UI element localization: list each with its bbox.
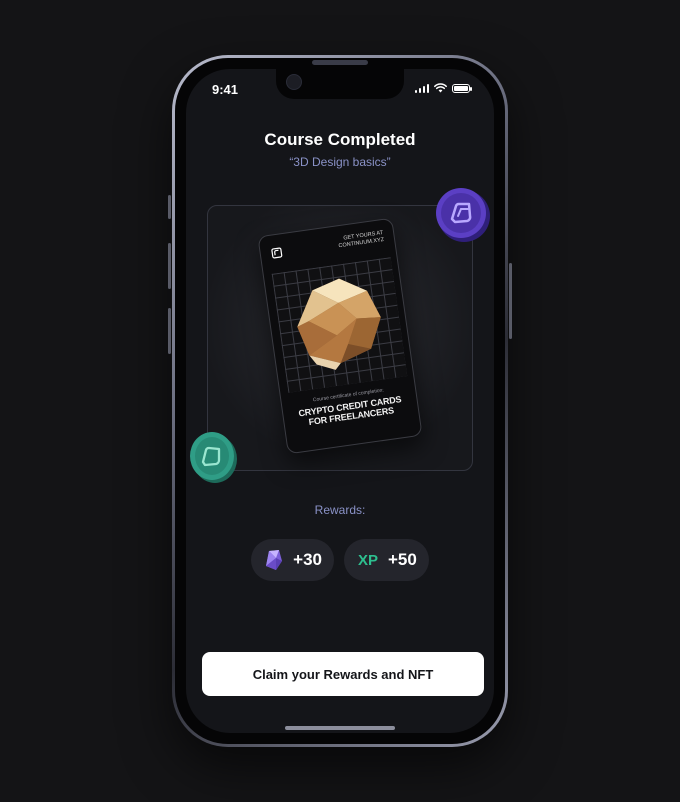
reward-pills: +30 XP +50 xyxy=(186,539,494,581)
purple-coin-icon xyxy=(436,188,490,242)
status-time: 9:41 xyxy=(212,82,239,97)
claim-rewards-button[interactable]: Claim your Rewards and NFT xyxy=(202,652,484,696)
volume-up-button xyxy=(168,243,171,289)
status-icons xyxy=(414,83,472,93)
page-title: Course Completed xyxy=(264,130,416,149)
phone-frame: 9:41 Course Completed “3D Design basics” xyxy=(172,55,508,747)
card-promo-text: GET YOURS AT CONTINUUM.XYZ xyxy=(313,230,384,254)
xp-reward-pill: XP +50 xyxy=(343,539,429,581)
front-camera-icon xyxy=(286,74,302,90)
gold-gem-icon xyxy=(297,278,381,370)
volume-down-button xyxy=(168,308,171,354)
silent-switch xyxy=(168,195,171,219)
course-subtitle: “3D Design basics” xyxy=(289,155,391,169)
notch xyxy=(276,69,404,99)
wifi-icon xyxy=(434,83,447,93)
nft-showcase: GET YOURS AT CONTINUUM.XYZ Course certif… xyxy=(207,205,473,471)
phone-bezel: 9:41 Course Completed “3D Design basics” xyxy=(175,58,505,744)
gem-reward-pill: +30 xyxy=(251,539,334,581)
rewards-label: Rewards: xyxy=(314,503,366,517)
xp-label: XP xyxy=(357,551,378,569)
power-button xyxy=(509,263,512,339)
gem-reward-value: +30 xyxy=(293,550,322,569)
purple-crystal-icon xyxy=(266,550,283,570)
cellular-signal-icon xyxy=(414,83,429,93)
earpiece-speaker xyxy=(312,60,368,65)
home-indicator[interactable] xyxy=(285,726,395,730)
app-screen: 9:41 Course Completed “3D Design basics” xyxy=(186,69,494,733)
teal-coin-icon xyxy=(190,432,237,483)
certificate-card[interactable]: GET YOURS AT CONTINUUM.XYZ Course certif… xyxy=(257,217,423,455)
continuum-logo-icon xyxy=(271,247,283,259)
xp-reward-value: +50 xyxy=(388,550,417,569)
battery-icon xyxy=(452,83,472,93)
